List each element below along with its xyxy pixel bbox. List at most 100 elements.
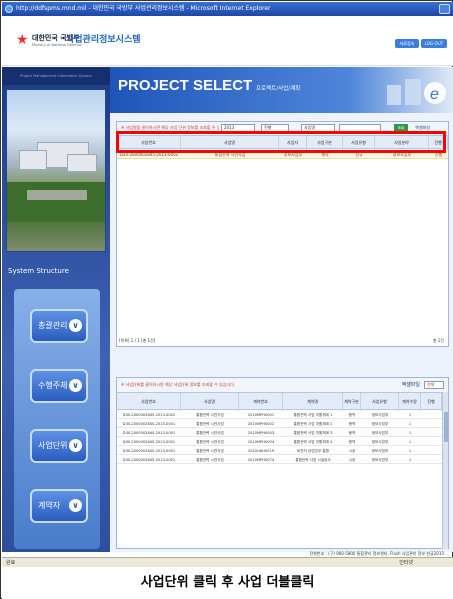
table-row[interactable]: D30-2000002845-2013-0001 통합전력 시연사업 2010MPH… xyxy=(117,420,448,428)
table-cell: 통합전력 시연사업 xyxy=(196,449,224,453)
contract-table-header: 사업번호 사업명 계약번호 계약명 계약구분 사업유형 계약수량 진행 xyxy=(117,392,448,411)
table-cell: 통합전력 사업 지원체계 4 xyxy=(293,440,333,444)
project-list-panel: ※ 사업명을 클릭하시면 해당 사업 단위 정보를 조회할 수 있습니다. 20… xyxy=(116,121,449,347)
window-titlebar: http://ddfspms.mnd.mil - 대한민국 국방부 사업관리정보… xyxy=(2,2,453,16)
table-cell: D30-2000002845-2013-0001 xyxy=(122,458,176,462)
column-header[interactable]: 계약수량 xyxy=(399,393,421,411)
table-cell: 1 xyxy=(408,413,412,417)
page-info: 총 1건 xyxy=(432,338,444,343)
banner-graphic: e xyxy=(387,79,446,105)
column-header[interactable]: 진행 xyxy=(421,393,442,411)
system-name: 사업관리정보시스템 xyxy=(66,35,141,45)
table-cell: 통합전력 사업 지원체계 3 xyxy=(293,431,333,435)
table-cell: 통합전력 시연사업 xyxy=(196,431,224,435)
table-cell: 용역 xyxy=(348,440,356,444)
table-row[interactable]: D30-2000002845-2013-0001 통합전력 시연사업 2010MPH… xyxy=(117,429,448,437)
chevron-down-icon: ∨ xyxy=(69,439,82,452)
star-logo-icon: ★ xyxy=(16,32,29,48)
table-cell: 통합전력 사업 지원체계 2 xyxy=(293,422,333,426)
table-cell: 용역 xyxy=(348,413,356,417)
column-header[interactable]: 계약번호 xyxy=(239,393,283,411)
column-header[interactable]: 사업명 xyxy=(181,393,239,411)
highlight-box xyxy=(116,131,446,153)
table-cell: 정보사업부 xyxy=(371,458,389,462)
page-title: PROJECT SELECT xyxy=(118,77,253,94)
table-cell: 통합전력 시연사업 xyxy=(196,458,224,462)
table-cell: 1 xyxy=(408,440,412,444)
table-cell: 통합전력 사업 시설공사 xyxy=(295,458,331,462)
scrollbar-thumb[interactable] xyxy=(444,412,448,442)
app-header: ★ 대한민국 국방부 Ministry of National Defense … xyxy=(2,16,453,66)
list-count: [목록] 1 / 1 [총 1건] xyxy=(119,338,156,343)
table-cell: 1 xyxy=(408,449,412,453)
table-row[interactable]: D30-2000002845-2013-0001 통합전력 시연사업 2010MPH… xyxy=(117,438,448,446)
table-cell: 2010MPH0003 xyxy=(247,431,275,435)
system-structure-title: System Structure xyxy=(8,267,69,275)
close-window-button[interactable] xyxy=(439,4,450,14)
column-header[interactable]: 계약구분 xyxy=(343,393,361,411)
svg-text:e: e xyxy=(430,86,439,103)
table-cell: 용역 xyxy=(348,422,356,426)
column-header[interactable]: 사업유형 xyxy=(361,393,399,411)
menu-label: 수행주체 xyxy=(38,381,68,390)
table-cell: D30-2000002845-2013-0001 xyxy=(122,449,176,453)
contract-note: ※ 사업단위를 클릭하시면 해당 사업단위 정보를 조회할 수 있습니다. xyxy=(121,382,236,387)
left-panel-head: Project Management Information System xyxy=(2,67,110,85)
table-cell: 2010MPH0004 xyxy=(247,440,275,444)
table-cell: 정보사업부 xyxy=(371,422,389,426)
table-cell: 1 xyxy=(408,431,412,435)
instruction-caption: 사업단위 클릭 후 사업 더블클릭 xyxy=(2,567,453,599)
table-cell: D30-2000002845-2013-0001 xyxy=(122,422,176,426)
table-cell: 정보사업부 xyxy=(371,440,389,444)
building-photo xyxy=(6,89,106,252)
chevron-down-icon: ∨ xyxy=(69,379,82,392)
table-cell: 통합전력 시연사업 xyxy=(196,413,224,417)
menu-contractor[interactable]: 계약자 ∨ xyxy=(30,489,88,523)
menu-project-unit[interactable]: 사업단위 ∨ xyxy=(30,429,88,463)
status-text: 완료 xyxy=(6,560,16,566)
table-cell: 2010MPH0001 xyxy=(247,413,275,417)
table-cell: 1 xyxy=(408,458,412,462)
table-cell: D30-2000002845-2013-0001 xyxy=(122,431,176,435)
column-header[interactable]: 사업번호 xyxy=(117,393,181,411)
chevron-down-icon: ∨ xyxy=(69,319,82,332)
page-subtitle: 프로젝트/사업/계획 xyxy=(256,86,301,92)
excel-export-button[interactable]: 엑셀파일 xyxy=(402,378,420,392)
table-cell: 통합전력 시연사업 xyxy=(196,440,224,444)
table-cell: 통합전력 사업 지원체계 1 xyxy=(293,413,333,417)
scrollbar[interactable] xyxy=(442,392,448,549)
table-cell: D30-2000002845-2013-0001 xyxy=(122,413,176,417)
menu-label: 사업단위 xyxy=(38,441,68,450)
logout-button[interactable]: LOG-OUT xyxy=(421,39,447,48)
chevron-down-icon: ∨ xyxy=(69,499,82,512)
menu-box: 총괄관리 ∨ 수행주체 ∨ 사업단위 ∨ 계약자 ∨ xyxy=(14,289,100,549)
ie-icon xyxy=(5,5,13,13)
table-cell: 통합전력 시연사업 xyxy=(196,422,224,426)
table-cell: 비전자 상업업무 통합 xyxy=(296,449,330,453)
menu-executing-body[interactable]: 수행주체 ∨ xyxy=(30,369,88,403)
table-row[interactable]: D30-2000002845-2013-0001 통합전력 시연사업 2010UAH… xyxy=(117,447,448,455)
menu-total-management[interactable]: 총괄관리 ∨ xyxy=(30,309,88,343)
menu-label: 계약자 xyxy=(38,501,61,510)
status-bar: 완료 인터넷 xyxy=(2,557,453,567)
table-row[interactable]: D30-2000002845-2013-0001 통합전력 시연사업 2010MPH… xyxy=(117,411,448,419)
contract-list-panel: ※ 사업단위를 클릭하시면 해당 사업단위 정보를 조회할 수 있습니다. 엑셀… xyxy=(116,377,449,549)
table-cell: 정보사업부 xyxy=(371,449,389,453)
filter-select[interactable]: 전체 xyxy=(424,381,444,389)
window-title: http://ddfspms.mnd.mil - 대한민국 국방부 사업관리정보… xyxy=(16,5,271,12)
table-cell: D30-2000002845-2013-0001 xyxy=(122,440,176,444)
table-cell: 2010MPH0074 xyxy=(247,458,275,462)
column-header[interactable]: 계약명 xyxy=(283,393,343,411)
table-cell: 2010MPH0002 xyxy=(247,422,275,426)
table-cell: 정보사업부 xyxy=(371,413,389,417)
table-cell: 정보사업부 xyxy=(371,431,389,435)
table-cell: 시공 xyxy=(348,449,356,453)
table-cell: 용역 xyxy=(348,431,356,435)
table-cell: 1 xyxy=(408,422,412,426)
table-row[interactable]: D30-2000002845-2013-0001 통합전력 시연사업 2010MPH… xyxy=(117,456,448,464)
contract-panel-head: ※ 사업단위를 클릭하시면 해당 사업단위 정보를 조회할 수 있습니다. 엑셀… xyxy=(117,378,448,392)
data-access-button[interactable]: 자료접속 xyxy=(395,39,419,48)
screenshot-frame: http://ddfspms.mnd.mil - 대한민국 국방부 사업관리정보… xyxy=(0,0,453,599)
left-panel: Project Management Information System Sy… xyxy=(2,67,110,552)
table-cell: 2010UAH0019 xyxy=(247,449,275,453)
